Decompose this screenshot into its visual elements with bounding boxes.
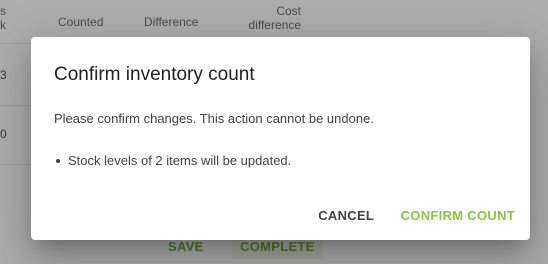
screen: s k Counted Difference Cost difference 3… xyxy=(0,0,548,264)
dialog-title: Confirm inventory count xyxy=(54,64,255,85)
cancel-button[interactable]: CANCEL xyxy=(318,205,374,227)
dialog-message: Please confirm changes. This action cann… xyxy=(54,111,374,126)
confirm-inventory-dialog: Confirm inventory count Please confirm c… xyxy=(31,37,530,240)
list-item: Stock levels of 2 items will be updated. xyxy=(54,153,291,168)
list-item-text: Stock levels of 2 items will be updated. xyxy=(68,153,292,168)
dialog-details-list: Stock levels of 2 items will be updated. xyxy=(54,153,291,168)
confirm-count-button[interactable]: CONFIRM COUNT xyxy=(401,205,515,227)
bullet-icon xyxy=(56,159,60,163)
dialog-actions: CANCEL CONFIRM COUNT xyxy=(296,205,515,227)
